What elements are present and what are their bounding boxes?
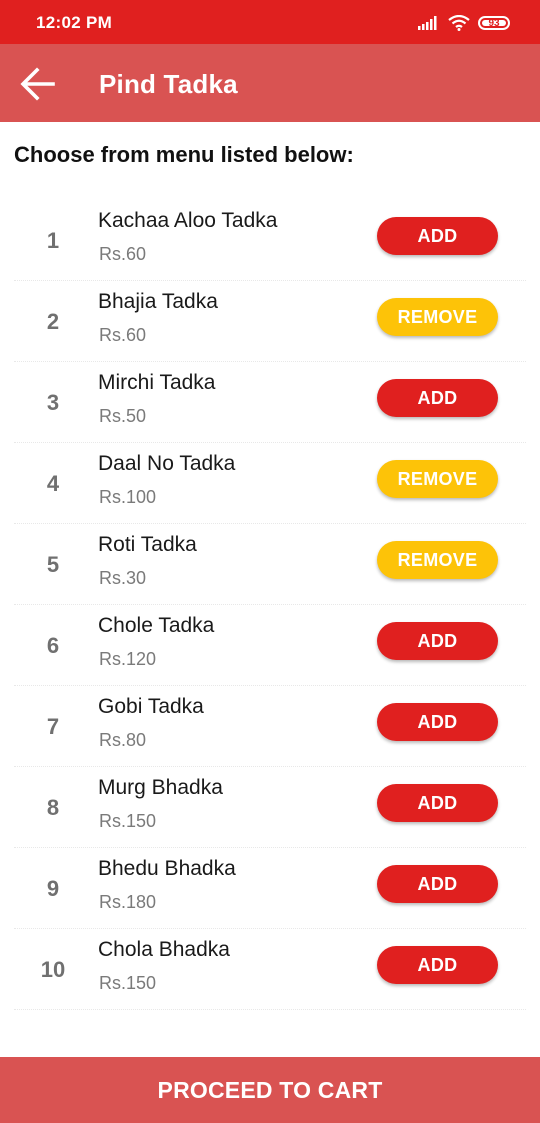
menu-item: 9 Bhedu Bhadka Rs.180 ADD: [14, 848, 526, 929]
status-bar: 12:02 PM 93: [0, 0, 540, 44]
proceed-to-cart-button[interactable]: PROCEED TO CART: [0, 1057, 540, 1123]
menu-item-number: 6: [46, 633, 60, 658]
signal-icon: [418, 16, 437, 30]
wifi-icon: [448, 15, 470, 31]
menu-item-name: Chola Bhadka: [98, 938, 230, 961]
status-icons: 93: [418, 13, 510, 33]
add-button[interactable]: ADD: [377, 865, 498, 903]
menu-item-name: Roti Tadka: [98, 533, 197, 556]
menu-item-price: Rs.180: [99, 892, 157, 912]
menu-item-name: Daal No Tadka: [98, 452, 236, 475]
menu-item-price: Rs.50: [99, 406, 147, 426]
menu-item-number: 8: [46, 795, 60, 820]
menu-item-name: Gobi Tadka: [98, 695, 204, 718]
menu-item-number: 10: [40, 957, 66, 982]
menu-item: 7 Gobi Tadka Rs.80 ADD: [14, 686, 526, 767]
menu-item-price: Rs.100: [99, 487, 157, 507]
menu-item: 4 Daal No Tadka Rs.100 REMOVE: [14, 443, 526, 524]
menu-item-number: 4: [46, 471, 60, 496]
menu-item: 3 Mirchi Tadka Rs.50 ADD: [14, 362, 526, 443]
remove-button[interactable]: REMOVE: [377, 298, 498, 336]
battery-icon: 93: [478, 16, 510, 30]
menu-item-name: Bhedu Bhadka: [98, 857, 236, 880]
menu-item-number: 5: [46, 552, 60, 577]
remove-button[interactable]: REMOVE: [377, 460, 498, 498]
remove-button[interactable]: REMOVE: [377, 541, 498, 579]
arrow-left-icon: [20, 67, 55, 101]
menu-item-price: Rs.30: [99, 568, 147, 588]
add-button[interactable]: ADD: [377, 703, 498, 741]
battery-level: 93: [488, 17, 500, 29]
add-button[interactable]: ADD: [377, 217, 498, 255]
menu-item-name: Kachaa Aloo Tadka: [98, 209, 278, 232]
menu-heading: Choose from menu listed below:: [14, 142, 354, 167]
menu-item-price: Rs.60: [99, 244, 147, 264]
menu-item: 10 Chola Bhadka Rs.150 ADD: [14, 929, 526, 1010]
menu-item-price: Rs.150: [99, 811, 157, 831]
menu-item: 8 Murg Bhadka Rs.150 ADD: [14, 767, 526, 848]
menu-item-name: Bhajia Tadka: [98, 290, 218, 313]
menu-item-price: Rs.120: [99, 649, 157, 669]
menu-item-number: 1: [46, 228, 60, 253]
menu-item-number: 9: [46, 876, 60, 901]
add-button[interactable]: ADD: [377, 784, 498, 822]
menu-item-price: Rs.80: [99, 730, 147, 750]
status-time: 12:02 PM: [36, 13, 113, 32]
menu-item: 6 Chole Tadka Rs.120 ADD: [14, 605, 526, 686]
back-button[interactable]: [18, 64, 58, 104]
app-bar: Pind Tadka: [0, 44, 540, 122]
menu-item-price: Rs.150: [99, 973, 157, 993]
menu-item-name: Chole Tadka: [98, 614, 215, 637]
menu-item: 1 Kachaa Aloo Tadka Rs.60 ADD: [14, 200, 526, 281]
add-button[interactable]: ADD: [377, 946, 498, 984]
add-button[interactable]: ADD: [377, 622, 498, 660]
menu-item: 2 Bhajia Tadka Rs.60 REMOVE: [14, 281, 526, 362]
menu-item-number: 7: [46, 714, 60, 739]
menu-item-price: Rs.60: [99, 325, 147, 345]
menu-item: 5 Roti Tadka Rs.30 REMOVE: [14, 524, 526, 605]
menu-list: 1 Kachaa Aloo Tadka Rs.60 ADD 2 Bhajia Tadka R…: [14, 200, 526, 1010]
menu-item-name: Murg Bhadka: [98, 776, 223, 799]
menu-item-name: Mirchi Tadka: [98, 371, 216, 394]
app-title: Pind Tadka: [99, 69, 238, 99]
add-button[interactable]: ADD: [377, 379, 498, 417]
menu-item-number: 3: [46, 390, 60, 415]
menu-item-number: 2: [46, 309, 60, 334]
